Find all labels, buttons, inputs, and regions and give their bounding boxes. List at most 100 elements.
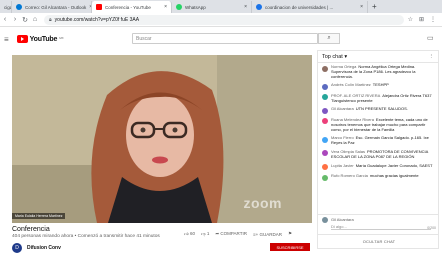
tab-label: ciga (4, 4, 12, 10)
chat-message: Vera Olimpia Salas PROMOTORA DE CONVIVENC… (318, 148, 438, 162)
video-player[interactable]: Maria Eulalia Herrera Martinez zoom (12, 55, 312, 223)
whatsapp-icon (176, 4, 182, 10)
channel-name[interactable]: Difusion Conv (27, 245, 61, 251)
chat-input-area: Gil Alcantara Di algo... 0/200 (318, 214, 438, 234)
new-tab-icon[interactable]: + (368, 1, 381, 13)
logo-wordmark: YouTube (29, 35, 58, 43)
back-icon[interactable]: ‹ (0, 16, 10, 23)
chat-message-text: María Guadalupe Javier Coronado, SAEST (355, 162, 433, 168)
like-button[interactable]: 👍︎ 60 (184, 231, 195, 237)
participant-name-caption: Maria Eulalia Herrera Martinez (12, 213, 66, 219)
chat-message: PROF. ALE ORTIZ RIVERA Alejandra Ortiz Ri… (318, 92, 438, 106)
subscribe-button[interactable]: SUSCRIBIRSE (270, 243, 310, 251)
thumbs-up-icon: 👍︎ (184, 231, 189, 236)
create-video-icon[interactable]: ▭ (427, 34, 434, 42)
search-icon: ⌕ (327, 35, 331, 41)
chat-input-username: Gil Alcantara (331, 217, 354, 222)
dislike-count: 1 (206, 231, 210, 236)
youtube-icon (96, 4, 102, 10)
dislike-button[interactable]: 👎︎ 1 (201, 231, 209, 237)
user-avatar (322, 217, 328, 223)
more-options-icon[interactable]: ⋮ (429, 54, 435, 60)
url-field[interactable]: 🔒︎ youtube.com/watch?v=pYZ0f fuE 3AA (44, 14, 404, 25)
search-input[interactable]: Buscar (132, 33, 318, 44)
chat-message: Norma Ortega Norma Angélica Ortega Medina… (318, 63, 438, 81)
hide-chat-button[interactable]: OCULTAR CHAT (318, 234, 438, 248)
chat-input[interactable]: Di algo... (331, 224, 431, 230)
video-stats: 404 personas mirando ahora • Comenzó a t… (12, 234, 160, 239)
chat-author-name: Lupita Javier (331, 162, 354, 168)
playlist-add-icon: ≡+ (252, 231, 259, 237)
url-text: youtube.com/watch?v=pYZ0f fuE 3AA (54, 16, 140, 23)
live-chat-panel: Top chat ▾ ⋮ Norma Ortega Norma Angélica … (317, 50, 439, 249)
char-counter: 0/200 (427, 226, 436, 230)
chat-author-avatar (322, 136, 328, 143)
chat-author-avatar (322, 107, 328, 114)
chat-author-avatar (322, 94, 328, 101)
like-count: 60 (189, 231, 195, 236)
chat-message-text: TESHPP (372, 82, 389, 88)
close-tab-icon[interactable]: × (161, 4, 167, 10)
youtube-play-icon (16, 35, 28, 43)
browser-tabbar: ciga Correo: Gil Alcantara - Outlook × C… (0, 0, 442, 13)
chat-message: Rufo Romero García muchas gracias igualme… (318, 172, 438, 183)
address-bar: ‹ › ↻ ⌂ 🔒︎ youtube.com/watch?v=pYZ0f fuE… (0, 13, 442, 27)
chat-author-name: Rufo Romero García (331, 173, 368, 179)
chat-author-avatar (322, 164, 328, 171)
browser-tab-whatsapp[interactable]: WhatsApp × (172, 1, 252, 13)
browser-tab-outlook[interactable]: Correo: Gil Alcantara - Outlook × (12, 1, 92, 13)
chat-message: Ruana Melendez Rivera Excelente tema, cad… (318, 116, 438, 134)
channel-info: D Difusion Conv (12, 243, 61, 253)
flag-icon[interactable]: ⚑ (288, 231, 292, 237)
forward-icon[interactable]: › (10, 16, 20, 23)
chat-message-list: Norma Ortega Norma Angélica Ortega Medina… (318, 63, 438, 183)
home-icon[interactable]: ⌂ (30, 16, 40, 23)
share-label: COMPARTIR (220, 231, 247, 236)
chat-message-text: muchas gracias igualmente (369, 173, 419, 179)
chat-message: Marco Fierro Esc. Germain García Salgado.… (318, 134, 438, 148)
channel-avatar[interactable]: D (12, 243, 22, 253)
share-icon: ➦ (215, 231, 220, 236)
browser-tab-google[interactable]: coordinacion de universidades | ... × (252, 1, 368, 13)
chat-message: Lupita Javier María Guadalupe Javier Coro… (318, 162, 438, 173)
star-icon[interactable]: ☆ (408, 16, 413, 23)
chat-author-name: Andrés Colín Martínez (331, 82, 371, 88)
country-code: MX (59, 36, 64, 40)
lock-icon: 🔒︎ (49, 16, 52, 23)
tab-label: coordinacion de universidades | ... (265, 4, 334, 10)
video-actions: 👍︎ 60 👎︎ 1 ➦ COMPARTIR ≡+ GUARDAR ⚑ (184, 231, 292, 237)
chat-author-avatar (322, 83, 328, 90)
chat-message: Andrés Colín Martínez TESHPP (318, 81, 438, 92)
chat-header: Top chat ▾ ⋮ (318, 51, 438, 63)
outlook-icon (16, 4, 22, 10)
browser-tab-partial[interactable]: ciga (0, 1, 12, 13)
chat-author-name: Gil Alcantara (331, 106, 354, 112)
save-button[interactable]: ≡+ GUARDAR (253, 232, 282, 237)
tab-label: Correo: Gil Alcantara - Outlook (25, 4, 87, 10)
chat-author-avatar (322, 118, 328, 125)
share-button[interactable]: ➦ COMPARTIR (215, 231, 247, 237)
chat-message-text: UTN PRESENTE SALUDOS. (355, 106, 408, 112)
video-title: Conferencia (12, 226, 50, 233)
chat-message: Gil Alcantara UTN PRESENTE SALUDOS. (318, 105, 438, 116)
chat-author-avatar (322, 65, 328, 72)
browser-tab-youtube[interactable]: Conferencia - YouTube × (92, 1, 172, 13)
chat-author-avatar (322, 174, 328, 181)
zoom-watermark: zoom (243, 195, 282, 211)
chat-author-avatar (322, 150, 328, 157)
tab-label: Conferencia - YouTube (105, 4, 151, 10)
google-icon (256, 4, 262, 10)
youtube-logo[interactable]: YouTube MX (16, 35, 64, 43)
top-chat-dropdown[interactable]: Top chat ▾ (322, 54, 347, 60)
extension-icon[interactable]: ⊞ (419, 16, 424, 23)
search-placeholder: Buscar (136, 35, 152, 42)
thumbs-down-icon: 👎︎ (200, 231, 206, 236)
search-button[interactable]: ⌕ (318, 33, 340, 44)
tab-label: WhatsApp (185, 4, 206, 10)
close-tab-icon[interactable]: × (241, 4, 247, 10)
reload-icon[interactable]: ↻ (20, 16, 30, 24)
save-label: GUARDAR (259, 231, 283, 237)
close-tab-icon[interactable]: × (357, 4, 363, 10)
hamburger-icon[interactable]: ≡ (4, 35, 9, 44)
menu-icon[interactable]: ⋮ (430, 16, 436, 23)
